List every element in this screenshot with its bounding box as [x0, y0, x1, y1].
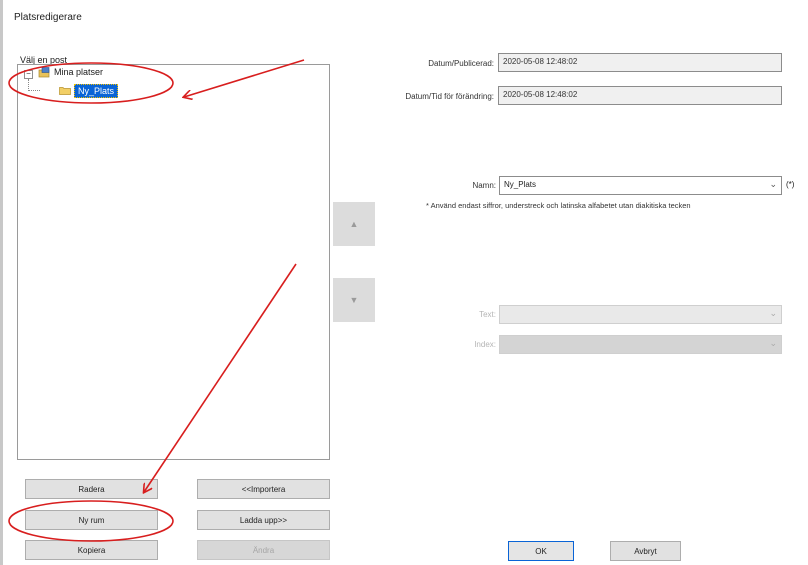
arrow-down-icon: ▼: [349, 295, 359, 305]
tree-expander-icon[interactable]: −: [24, 70, 33, 79]
published-label: Datum/Publicerad:: [428, 59, 494, 68]
delete-button[interactable]: Radera: [25, 479, 158, 499]
folder-icon: [59, 87, 71, 95]
name-label: Namn:: [472, 181, 496, 190]
ok-button[interactable]: OK: [508, 541, 574, 561]
copy-button[interactable]: Kopiera: [25, 540, 158, 560]
index-label: Index:: [474, 340, 496, 349]
index-combobox[interactable]: ⌄: [499, 335, 782, 354]
text-combobox[interactable]: ⌄: [499, 305, 782, 324]
cancel-button[interactable]: Avbryt: [610, 541, 681, 561]
name-combobox[interactable]: Ny_Plats ⌄: [499, 176, 782, 195]
window-title: Platsredigerare: [14, 12, 82, 23]
move-down-button[interactable]: ▼: [333, 278, 375, 322]
chevron-down-icon[interactable]: ⌄: [769, 308, 777, 319]
modified-label: Datum/Tid för förändring:: [405, 92, 494, 101]
window-left-border: [0, 0, 3, 565]
chevron-down-icon[interactable]: ⌄: [769, 179, 777, 190]
upload-button[interactable]: Ladda upp>>: [197, 510, 330, 530]
modified-field: 2020-05-08 12:48:02: [498, 86, 782, 105]
chevron-down-icon[interactable]: ⌄: [769, 338, 777, 349]
name-hint: * Använd endast siffror, understreck och…: [426, 201, 691, 210]
tree-item-selected[interactable]: Ny_Plats: [74, 84, 119, 98]
import-button[interactable]: <<Importera: [197, 479, 330, 499]
tree-item-root[interactable]: Mina platser: [54, 67, 103, 77]
name-combobox-value: Ny_Plats: [504, 180, 537, 189]
move-up-button[interactable]: ▲: [333, 202, 375, 246]
required-marker: (*): [786, 180, 795, 189]
computer-folder-icon: [38, 67, 50, 78]
tree-view[interactable]: [17, 64, 330, 460]
published-field: 2020-05-08 12:48:02: [498, 53, 782, 72]
tree-connector-horizontal: [28, 90, 40, 91]
text-label: Text:: [479, 310, 496, 319]
disabled-action-button[interactable]: Ändra: [197, 540, 330, 560]
new-button[interactable]: Ny rum: [25, 510, 158, 530]
arrow-up-icon: ▲: [349, 219, 359, 229]
